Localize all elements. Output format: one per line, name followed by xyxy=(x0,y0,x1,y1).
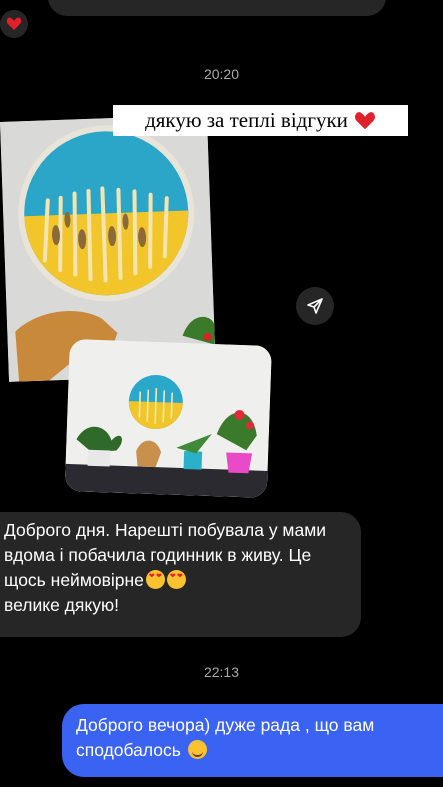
shelf-photo[interactable] xyxy=(64,339,272,498)
heart-icon xyxy=(354,111,375,129)
share-icon[interactable] xyxy=(296,287,334,325)
incoming-message-text: Доброго дня. Нарешті побувала у мами вдо… xyxy=(4,520,326,590)
caption-text: дякую за теплі відгуки xyxy=(145,108,348,132)
previous-message-bubble[interactable] xyxy=(48,0,386,16)
incoming-message[interactable]: Доброго дня. Нарешті побувала у мами вдо… xyxy=(0,512,361,637)
incoming-message-text-end: велике дякую! xyxy=(4,595,119,615)
timestamp: 22:13 xyxy=(203,664,240,680)
outgoing-message[interactable]: Доброго вечора) дуже рада , що вам сподо… xyxy=(62,704,443,777)
heart-eyes-icon xyxy=(145,570,165,589)
timestamp: 20:20 xyxy=(203,66,240,82)
outgoing-message-text: Доброго вечора) дуже рада , що вам сподо… xyxy=(76,715,375,760)
smiling-face-with-hearts-icon xyxy=(187,740,207,759)
heart-eyes-icon xyxy=(166,570,186,589)
story-caption: дякую за теплі відгуки xyxy=(113,105,408,136)
heart-reaction-icon[interactable] xyxy=(0,8,30,40)
